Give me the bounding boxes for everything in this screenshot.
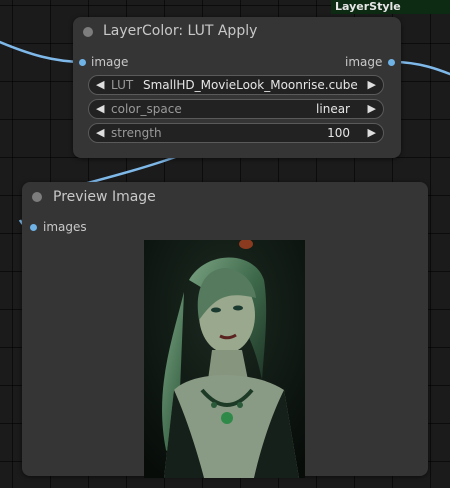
input-socket-image[interactable] [79,59,86,66]
increment-arrow-icon[interactable]: ▶ [368,100,376,118]
node-header[interactable]: LayerColor: LUT Apply [73,17,401,47]
node-title: Preview Image [53,189,156,205]
increment-arrow-icon[interactable]: ▶ [368,76,376,94]
widget-name: color_space [111,102,182,116]
node-title: LayerColor: LUT Apply [103,23,258,39]
decrement-arrow-icon[interactable]: ◀ [96,124,104,142]
widget-name: strength [111,126,162,140]
input-socket-images[interactable] [30,224,37,231]
lut-combo-widget[interactable]: ◀ LUT SmallHD_MovieLook_Moonrise.cube ▶ [88,75,384,95]
decrement-arrow-icon[interactable]: ◀ [96,76,104,94]
collapse-dot-icon[interactable] [32,192,42,202]
widget-value: linear [316,102,350,116]
decrement-arrow-icon[interactable]: ◀ [96,100,104,118]
color-space-combo-widget[interactable]: ◀ color_space linear ▶ [88,99,384,119]
lut-apply-node[interactable]: LayerColor: LUT Apply image image ◀ LUT … [73,17,401,158]
preview-image-node[interactable]: Preview Image images [22,182,428,478]
widget-value: SmallHD_MovieLook_Moonrise.cube [143,78,358,92]
output-label-image: image [345,55,383,69]
layerstyle-badge: LayerStyle [331,0,450,14]
link-wire-image-in [0,40,85,64]
strength-number-widget[interactable]: ◀ strength 100 ▶ [88,123,384,143]
increment-arrow-icon[interactable]: ▶ [368,124,376,142]
widget-value: 100 [327,126,350,140]
node-header[interactable]: Preview Image [22,182,428,212]
output-socket-image[interactable] [388,59,395,66]
portrait-image [144,240,305,478]
input-label-image: image [91,55,129,69]
widget-name: LUT [111,78,134,92]
input-label-images: images [43,220,87,234]
preview-image[interactable] [144,240,305,478]
collapse-dot-icon[interactable] [83,27,93,37]
link-wire-image-out [392,60,450,76]
